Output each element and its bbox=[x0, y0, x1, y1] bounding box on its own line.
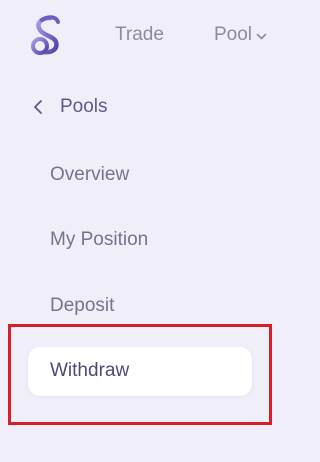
chevron-down-icon bbox=[256, 33, 267, 40]
app-logo-icon[interactable] bbox=[28, 12, 68, 56]
back-label: Pools bbox=[60, 96, 108, 117]
sidebar-item-my-position[interactable]: My Position bbox=[50, 229, 148, 251]
nav-pool-dropdown[interactable]: Pool bbox=[214, 24, 267, 46]
sidebar-item-withdraw-label: Withdraw bbox=[50, 360, 130, 381]
nav-trade-link[interactable]: Trade bbox=[115, 24, 164, 46]
sidebar-item-withdraw[interactable]: Withdraw bbox=[28, 347, 252, 396]
top-nav: Trade Pool bbox=[0, 0, 320, 70]
chevron-left-icon bbox=[34, 100, 42, 114]
sidebar-item-overview[interactable]: Overview bbox=[50, 164, 129, 186]
nav-pool-label: Pool bbox=[214, 24, 253, 45]
sidebar-item-deposit[interactable]: Deposit bbox=[50, 295, 114, 317]
back-to-pools-link[interactable]: Pools bbox=[33, 96, 108, 118]
